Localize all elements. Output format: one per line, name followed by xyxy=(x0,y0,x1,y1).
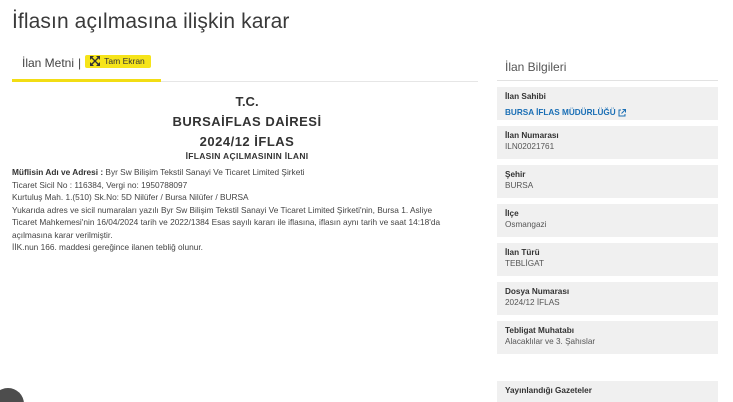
tab-separator: | xyxy=(78,56,82,70)
info-value: 2024/12 İFLAS xyxy=(505,298,560,307)
fullscreen-button[interactable]: Tam Ekran xyxy=(85,55,151,68)
info-sehir: Şehir BURSA xyxy=(497,165,718,198)
fullscreen-label: Tam Ekran xyxy=(104,56,145,66)
info-label: Tebligat Muhatabı xyxy=(505,326,574,335)
info-ilan-turu: İlan Türü TEBLİGAT xyxy=(497,243,718,276)
info-owner: İlan Sahibi BURSA İFLAS MÜDÜRLÜĞÜ xyxy=(497,87,718,120)
tab-label: İlan Metni xyxy=(22,56,75,70)
info-tebligat-muhatabi: Tebligat Muhatabı Alacaklılar ve 3. Şahı… xyxy=(497,321,718,354)
info-label: Yayınlandığı Gazeteler xyxy=(505,386,592,395)
sidebar-divider xyxy=(497,80,718,81)
doc-subtitle: İFLASIN AÇILMASININ İLANI xyxy=(185,151,309,161)
tab-bar: İlan Metni | Tam Ekran xyxy=(12,52,478,82)
info-gazeteler: Yayınlandığı Gazeteler xyxy=(497,381,718,402)
sidebar-title: İlan Bilgileri xyxy=(505,60,567,74)
info-value: Alacaklılar ve 3. Şahıslar xyxy=(505,337,596,346)
external-link-icon xyxy=(618,109,626,117)
doc-debtor-line: Müflisin Adı ve Adresi : Byr Sw Bilişim … xyxy=(12,166,482,179)
doc-debtor-value: Byr Sw Bilişim Tekstil Sanayi Ve Ticaret… xyxy=(103,167,305,177)
owner-link-text: BURSA İFLAS MÜDÜRLÜĞÜ xyxy=(505,108,616,117)
info-value: Osmangazi xyxy=(505,220,547,229)
doc-text-line: Ticaret Mahkemesi'nin 16/04/2024 tarih v… xyxy=(12,217,441,227)
info-value: TEBLİGAT xyxy=(505,259,544,268)
doc-text-line: Yukarıda adres ve sicil numaraları yazıl… xyxy=(12,204,433,215)
page-title: İflasın açılmasına ilişkin karar xyxy=(12,10,290,33)
info-label: Şehir xyxy=(505,170,526,179)
doc-office-name: BURSAİFLAS DAİRESİ xyxy=(172,114,322,129)
doc-text-line: Ticaret Sicil No : 116384, Vergi no: 195… xyxy=(12,179,188,190)
owner-link[interactable]: BURSA İFLAS MÜDÜRLÜĞÜ xyxy=(505,107,626,119)
info-label: İlçe xyxy=(505,209,519,218)
expand-arrows-icon xyxy=(90,56,101,66)
info-ilce: İlçe Osmangazi xyxy=(497,204,718,237)
info-value: ILN02021761 xyxy=(505,142,555,151)
doc-text-line: açılmasına karar verilmiştir. xyxy=(12,229,113,240)
doc-debtor-label: Müflisin Adı ve Adresi : xyxy=(12,167,104,177)
info-dosya-numarasi: Dosya Numarası 2024/12 İFLAS xyxy=(497,282,718,315)
doc-text-line: Kurtuluş Mah. 1.(510) Sk.No: 5D Nilüfer … xyxy=(12,192,249,202)
doc-text-line: İİK.nun 166. maddesi gereğince ilanen te… xyxy=(12,242,203,252)
info-label: Dosya Numarası xyxy=(505,287,570,296)
info-label: İlan Sahibi xyxy=(505,92,546,101)
info-ilan-numarasi: İlan Numarası ILN02021761 xyxy=(497,126,718,159)
announcement-document: T.C. BURSAİFLAS DAİRESİ 2024/12 İFLAS İF… xyxy=(12,94,482,254)
floating-action-button[interactable] xyxy=(0,388,24,402)
tab-ilan-metni[interactable]: İlan Metni | Tam Ekran xyxy=(12,52,161,82)
doc-file-number: 2024/12 İFLAS xyxy=(199,134,295,149)
info-value: BURSA xyxy=(505,181,534,190)
info-label: İlan Numarası xyxy=(505,131,559,140)
info-label: İlan Türü xyxy=(505,248,540,257)
doc-header-tc: T.C. xyxy=(235,94,259,109)
